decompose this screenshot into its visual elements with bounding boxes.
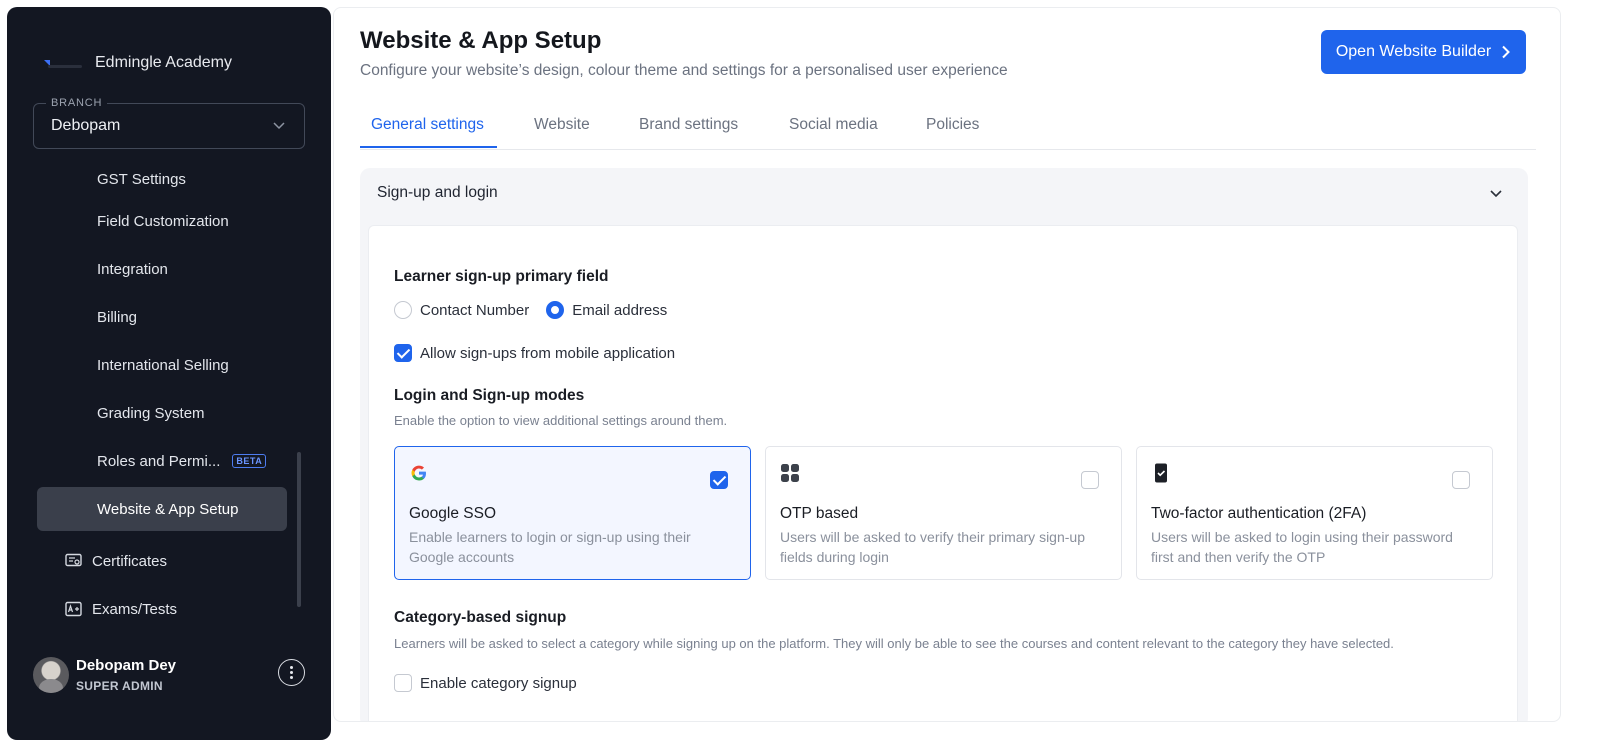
branch-select[interactable]: BRANCH Debopam — [33, 97, 305, 149]
tab-bar: General settings Website Brand settings … — [360, 106, 1536, 150]
more-dot-icon — [290, 671, 293, 674]
primary-field-title: Learner sign-up primary field — [394, 268, 609, 285]
mode-card-2fa[interactable]: Two-factor authentication (2FA) Users wi… — [1136, 446, 1493, 580]
main-content: Website & App Setup Configure your websi… — [333, 7, 1561, 722]
sidebar-item-billing[interactable]: Billing — [37, 295, 287, 339]
sidebar-item-roles-permissions[interactable]: Roles and Permi... BETA — [37, 439, 287, 483]
category-signup-title: Category-based signup — [394, 609, 567, 626]
radio-contact-number[interactable]: Contact Number — [394, 301, 529, 319]
chevron-down-icon — [273, 122, 285, 130]
signup-login-accordion: Sign-up and login Learner sign-up primar… — [360, 168, 1528, 721]
more-options-button[interactable] — [278, 659, 305, 686]
tab-website[interactable]: Website — [534, 116, 590, 134]
page-subtitle: Configure your website’s design, colour … — [360, 62, 1008, 79]
brand-logo-icon — [37, 56, 83, 70]
sidebar-item-exams-tests[interactable]: Exams/Tests — [37, 587, 287, 631]
sidebar: Edmingle Academy BRANCH Debopam GST Sett… — [7, 7, 331, 740]
sidebar-item-grading-system[interactable]: Grading System — [37, 391, 287, 435]
sidebar-item-label: Billing — [97, 308, 138, 326]
card-description: Users will be asked to login using their… — [1151, 529, 1453, 565]
chevron-down-icon[interactable] — [1488, 185, 1504, 201]
sidebar-item-label: Field Customization — [97, 212, 229, 230]
sidebar-nav: GST Settings Field Customization Integra… — [7, 157, 331, 647]
cta-label: Open Website Builder — [1335, 43, 1492, 60]
avatar — [33, 657, 69, 693]
tab-general-settings[interactable]: General settings — [371, 116, 484, 134]
sidebar-item-gst-settings[interactable]: GST Settings — [37, 157, 287, 201]
card-description: Enable learners to login or sign-up usin… — [409, 529, 691, 565]
sidebar-item-label: International Selling — [97, 356, 229, 374]
profile-name: Debopam Dey — [76, 657, 177, 674]
mode-card-google-sso[interactable]: Google SSO Enable learners to login or s… — [394, 446, 751, 580]
sidebar-item-integration[interactable]: Integration — [37, 247, 287, 291]
tab-policies[interactable]: Policies — [926, 116, 979, 134]
radio-button[interactable] — [546, 301, 565, 319]
card-title: Google SSO — [409, 505, 497, 522]
branch-value: Debopam — [51, 117, 121, 134]
brand[interactable]: Edmingle Academy — [37, 51, 232, 75]
user-profile[interactable]: Debopam Dey SUPER ADMIN — [33, 655, 313, 697]
tab-brand-settings[interactable]: Brand settings — [639, 116, 738, 134]
radio-label: Contact Number — [420, 301, 530, 319]
open-website-builder-button[interactable]: Open Website Builder — [1321, 30, 1526, 74]
modes-description: Enable the option to view additional set… — [394, 413, 728, 428]
brand-name: Edmingle Academy — [95, 54, 232, 71]
page-title: Website & App Setup — [360, 27, 602, 54]
radio-label: Email address — [572, 301, 668, 319]
sidebar-item-label: Website & App Setup — [97, 500, 239, 518]
mobile-signup-checkbox[interactable] — [394, 344, 412, 362]
primary-field-radio-group: Contact Number Email address — [394, 301, 684, 319]
phone-lock-icon — [1155, 463, 1167, 483]
card-title: OTP based — [780, 505, 859, 522]
2fa-checkbox[interactable] — [1452, 471, 1470, 489]
otp-checkbox[interactable] — [1081, 471, 1099, 489]
card-description: Users will be asked to verify their prim… — [780, 529, 1085, 565]
more-dot-icon — [290, 666, 293, 669]
radio-email-address[interactable]: Email address — [546, 301, 667, 319]
category-signup-checkbox[interactable] — [394, 674, 412, 692]
card-title: Two-factor authentication (2FA) — [1151, 505, 1367, 522]
accordion-title[interactable]: Sign-up and login — [377, 184, 498, 202]
mode-card-otp[interactable]: OTP based Users will be asked to verify … — [765, 446, 1122, 580]
google-sso-checkbox[interactable] — [710, 471, 728, 489]
sidebar-item-label: Integration — [97, 260, 168, 278]
accordion-body: Learner sign-up primary field Contact Nu… — [368, 225, 1518, 721]
sidebar-item-label: Certificates — [92, 552, 168, 570]
sidebar-item-website-app-setup[interactable]: Website & App Setup — [37, 487, 287, 531]
tab-social-media[interactable]: Social media — [789, 116, 878, 134]
modes-title: Login and Sign-up modes — [394, 387, 585, 404]
beta-badge: BETA — [232, 454, 267, 468]
exam-icon — [65, 601, 82, 617]
category-signup-checkbox-row[interactable]: Enable category signup — [394, 674, 577, 692]
checkbox-label: Allow sign-ups from mobile application — [420, 344, 676, 362]
more-dot-icon — [290, 676, 293, 679]
sidebar-item-label: GST Settings — [97, 170, 186, 188]
sidebar-item-label: Exams/Tests — [92, 600, 178, 618]
checkbox-label: Enable category signup — [420, 674, 577, 692]
google-icon — [411, 465, 426, 481]
profile-role: SUPER ADMIN — [76, 679, 163, 693]
sidebar-item-certificates[interactable]: Certificates — [37, 539, 287, 583]
sidebar-scrollbar[interactable] — [297, 452, 301, 607]
category-signup-description: Learners will be asked to select a categ… — [394, 636, 1394, 651]
radio-button[interactable] — [394, 301, 412, 319]
certificate-icon — [65, 553, 82, 567]
sidebar-item-label: Grading System — [97, 404, 205, 422]
sidebar-item-field-customization[interactable]: Field Customization — [37, 199, 287, 243]
sidebar-item-label: Roles and Permi... — [97, 452, 221, 470]
branch-label: BRANCH — [46, 97, 108, 109]
grid-icon — [781, 464, 799, 482]
active-tab-indicator — [360, 146, 497, 148]
chevron-right-icon — [1502, 45, 1511, 59]
sidebar-item-international-selling[interactable]: International Selling — [37, 343, 287, 387]
mobile-signup-checkbox-row[interactable]: Allow sign-ups from mobile application — [394, 344, 675, 362]
